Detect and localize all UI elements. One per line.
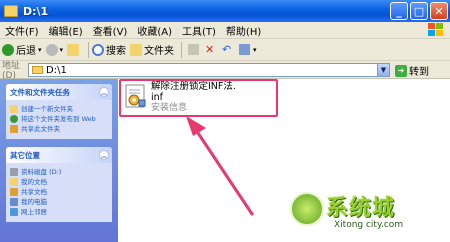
- watermark-logo: 系统城 Xitong city.com: [290, 190, 446, 240]
- watermark-brand: 系统城: [326, 196, 396, 221]
- brand-logo-icon: [290, 192, 324, 226]
- watermark-url: Xitong city.com: [334, 220, 404, 230]
